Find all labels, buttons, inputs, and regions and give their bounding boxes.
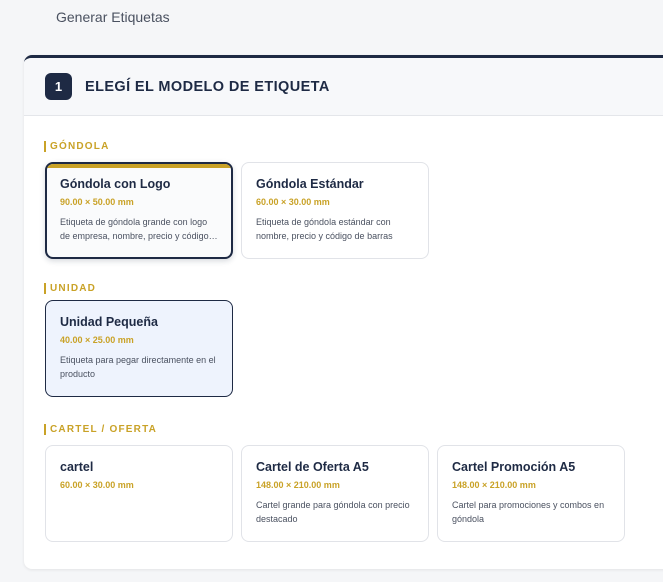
card-name: Góndola Estándar xyxy=(256,177,364,191)
card-description: Cartel para promociones y combos en gónd… xyxy=(452,500,605,524)
label-model-panel: 1 ELEGÍ EL MODELO DE ETIQUETA GÓNDOLA Gó… xyxy=(24,55,663,569)
step-number-badge: 1 xyxy=(45,73,72,100)
group-label-gondola: GÓNDOLA xyxy=(44,141,110,152)
card-name: Cartel de Oferta A5 xyxy=(256,460,369,474)
card-description: Cartel grande para góndola con precio de… xyxy=(256,500,410,524)
group-label-cartel-oferta: CARTEL / OFERTA xyxy=(44,424,157,435)
card-size: 60.00 × 30.00 mm xyxy=(256,197,330,207)
template-card-cartel[interactable]: cartel 60.00 × 30.00 mm xyxy=(45,445,233,542)
card-name: Cartel Promoción A5 xyxy=(452,460,576,474)
step-title: ELEGÍ EL MODELO DE ETIQUETA xyxy=(85,78,330,95)
card-size: 148.00 × 210.00 mm xyxy=(256,480,340,490)
template-card-cartel-promocion-a5[interactable]: Cartel Promoción A5 148.00 × 210.00 mm C… xyxy=(437,445,625,542)
card-size: 148.00 × 210.00 mm xyxy=(452,480,536,490)
group-label-unidad: UNIDAD xyxy=(44,283,96,294)
page-title: Generar Etiquetas xyxy=(56,9,170,25)
template-card-gondola-con-logo[interactable]: Góndola con Logo 90.00 × 50.00 mm Etique… xyxy=(45,162,233,259)
template-card-gondola-estandar[interactable]: Góndola Estándar 60.00 × 30.00 mm Etique… xyxy=(241,162,429,259)
card-name: Unidad Pequeña xyxy=(60,315,158,329)
template-card-unidad-pequena[interactable]: Unidad Pequeña 40.00 × 25.00 mm Etiqueta… xyxy=(45,300,233,397)
card-description: Etiqueta para pegar directamente en el p… xyxy=(60,355,216,379)
card-name: cartel xyxy=(60,460,94,474)
card-size: 90.00 × 50.00 mm xyxy=(60,197,134,207)
card-description: Etiqueta de góndola estándar con nombre,… xyxy=(256,217,393,241)
card-name: Góndola con Logo xyxy=(60,177,171,191)
card-description: Etiqueta de góndola grande con logo de e… xyxy=(60,217,209,241)
card-size: 60.00 × 30.00 mm xyxy=(60,480,134,490)
panel-header: 1 ELEGÍ EL MODELO DE ETIQUETA xyxy=(24,58,663,116)
card-size: 40.00 × 25.00 mm xyxy=(60,335,134,345)
template-card-cartel-oferta-a5[interactable]: Cartel de Oferta A5 148.00 × 210.00 mm C… xyxy=(241,445,429,542)
